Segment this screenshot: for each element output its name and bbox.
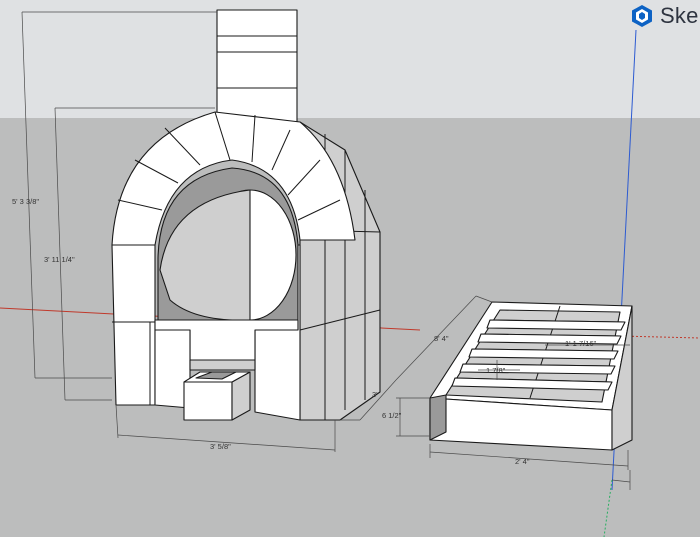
dim-total-height-label: 5' 3 3/8": [12, 197, 39, 206]
sketchup-viewport[interactable]: 5' 3 3/8" 3' 11 1/4" 3' 5/8" 3' 8' 4" 6 …: [0, 0, 700, 537]
dim-tray-width-label: 2' 4": [515, 457, 530, 466]
dim-tray-length-label: 8' 4": [434, 334, 449, 343]
sketchup-brand: Ske: [630, 3, 699, 29]
dim-oven-depth-label: 3': [372, 390, 378, 399]
sketchup-logo-icon: [632, 5, 652, 27]
brand-name: Ske: [660, 3, 699, 28]
dim-tray-height-label: 6 1/2": [382, 411, 402, 420]
dim-arch-height-label: 3' 11 1/4": [44, 255, 75, 264]
model-canvas[interactable]: 5' 3 3/8" 3' 11 1/4" 3' 5/8" 3' 8' 4" 6 …: [0, 0, 700, 537]
chimney[interactable]: [216, 9, 298, 123]
sky-background: [0, 0, 700, 118]
dim-oven-width-label: 3' 5/8": [210, 442, 231, 451]
dim-slot-width-label: 1 7/8": [486, 366, 506, 375]
ash-door-block[interactable]: [183, 371, 251, 421]
dim-slot-length-label: 1' 1 7/16": [565, 339, 597, 348]
